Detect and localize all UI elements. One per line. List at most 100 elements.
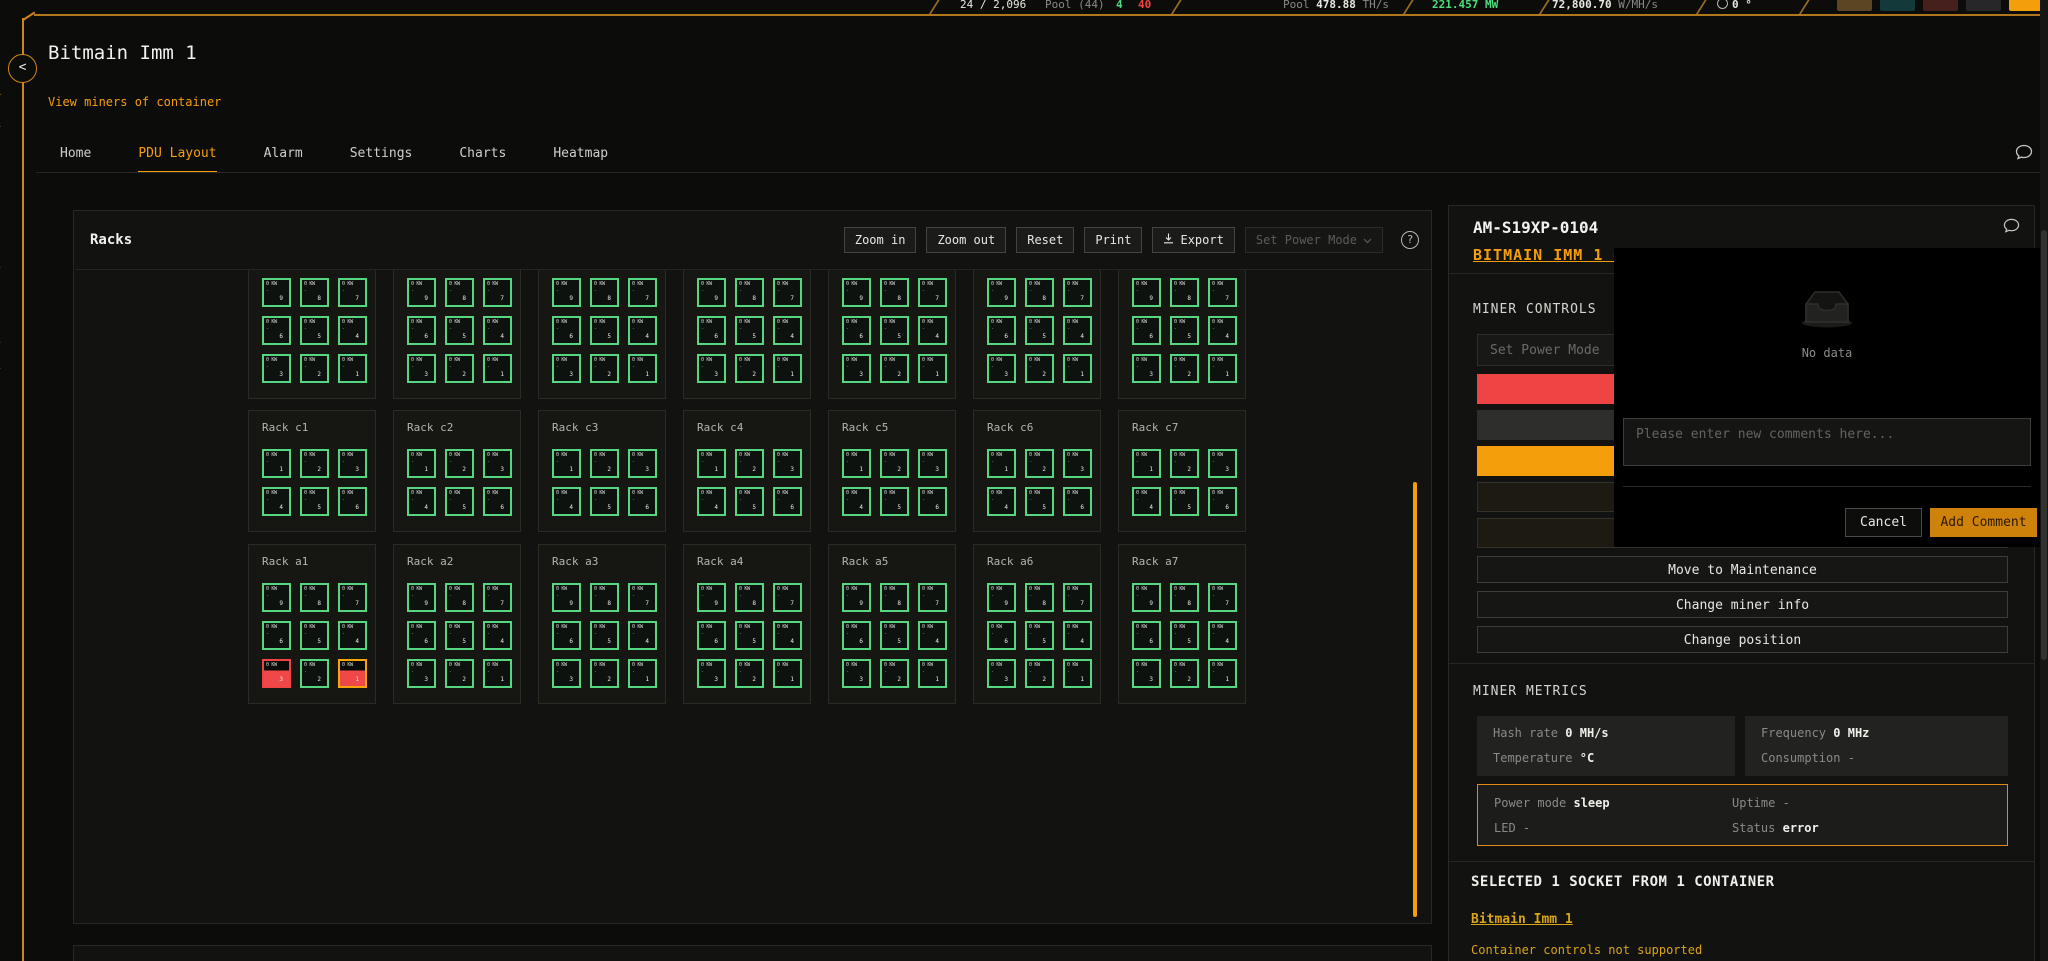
status-tile-brown[interactable] [1837,0,1872,11]
move-to-maintenance-button[interactable]: Move to Maintenance [1477,556,2008,583]
miner-cell[interactable]: 0 KW-4 [697,487,726,516]
miner-cell[interactable]: 0 KW-8 [300,583,329,612]
zoom-out-button[interactable]: Zoom out [926,227,1006,253]
page-chat-icon[interactable] [2015,144,2033,165]
miner-cell[interactable]: 0 KW-5 [1170,621,1199,650]
miner-cell[interactable]: 0 KW-3 [338,449,367,478]
miner-cell[interactable]: 0 KW-3 [262,354,291,383]
miner-cell[interactable]: 0 KW-9 [407,583,436,612]
miner-cell[interactable]: 0 KW-2 [445,659,474,688]
miner-cell[interactable]: 0 KW-7 [918,278,947,307]
miner-cell[interactable]: 0 KW-3 [483,449,512,478]
miner-cell[interactable]: 0 KW-4 [987,487,1016,516]
miner-cell[interactable]: 0 KW-9 [987,583,1016,612]
miner-cell[interactable]: 0 KW-5 [735,316,764,345]
miner-cell[interactable]: 0 KW-5 [735,487,764,516]
print-button[interactable]: Print [1084,227,1142,253]
miner-cell[interactable]: 0 KW-4 [338,316,367,345]
miner-cell-selected[interactable]: 0 KW-1 [338,659,367,688]
miner-cell[interactable]: 0 KW-8 [590,278,619,307]
miner-cell[interactable]: 0 KW-7 [1063,583,1092,612]
miner-cell[interactable]: 0 KW-7 [1208,583,1237,612]
miner-cell[interactable]: 0 KW-8 [590,583,619,612]
miner-cell[interactable]: 0 KW-7 [628,583,657,612]
miner-cell[interactable]: 0 KW-3 [552,354,581,383]
miner-cell[interactable]: 0 KW-6 [338,487,367,516]
miner-cell[interactable]: 0 KW-4 [628,316,657,345]
miner-cell[interactable]: 0 KW-6 [773,487,802,516]
reset-button[interactable]: Reset [1016,227,1074,253]
miner-cell[interactable]: 0 KW-1 [262,449,291,478]
miner-cell[interactable]: 0 KW-5 [300,487,329,516]
miner-cell[interactable]: 0 KW-9 [552,583,581,612]
miner-container-link[interactable]: BITMAIN IMM 1 → [1473,246,1623,264]
miner-cell[interactable]: 0 KW-4 [773,316,802,345]
miner-cell[interactable]: 0 KW-5 [1170,316,1199,345]
miner-cell[interactable]: 0 KW-4 [1063,621,1092,650]
miner-cell[interactable]: 0 KW-4 [1063,316,1092,345]
miner-cell[interactable]: 0 KW-2 [735,449,764,478]
miner-cell[interactable]: 0 KW-2 [735,659,764,688]
miner-cell[interactable]: 0 KW-5 [445,487,474,516]
miner-cell[interactable]: 0 KW-5 [590,621,619,650]
miner-cell[interactable]: 0 KW-1 [338,354,367,383]
miner-cell[interactable]: 0 KW-2 [590,354,619,383]
miner-cell[interactable]: 0 KW-6 [407,621,436,650]
miner-cell[interactable]: 0 KW-3 [552,659,581,688]
miner-cell[interactable]: 0 KW-4 [552,487,581,516]
miner-cell[interactable]: 0 KW-3 [407,354,436,383]
miner-cell[interactable]: 0 KW-1 [1132,449,1161,478]
miner-cell[interactable]: 0 KW-1 [552,449,581,478]
miner-cell[interactable]: 0 KW-3 [1063,449,1092,478]
miner-cell[interactable]: 0 KW-1 [407,449,436,478]
miner-cell[interactable]: 0 KW-7 [1208,278,1237,307]
miner-cell[interactable]: 0 KW-7 [338,583,367,612]
miner-cell[interactable]: 0 KW-8 [735,583,764,612]
miner-cell[interactable]: 0 KW-1 [918,659,947,688]
miner-cell[interactable]: 0 KW-6 [842,621,871,650]
miner-cell[interactable]: 0 KW-6 [1132,316,1161,345]
miner-cell[interactable]: 0 KW-6 [483,487,512,516]
page-scrollbar-thumb[interactable] [2041,230,2047,660]
miner-cell[interactable]: 0 KW-2 [1025,449,1054,478]
miner-cell[interactable]: 0 KW-7 [628,278,657,307]
miner-cell[interactable]: 0 KW-3 [842,354,871,383]
miner-cell[interactable]: 0 KW-8 [1170,278,1199,307]
racks-scrollbar-thumb[interactable] [1413,482,1417,917]
miner-cell[interactable]: 0 KW-7 [483,278,512,307]
selection-container-link[interactable]: Bitmain Imm 1 [1471,912,1573,927]
status-tile-gray[interactable] [1966,0,2001,11]
miner-cell[interactable]: 0 KW-4 [1132,487,1161,516]
miner-cell[interactable]: 0 KW-2 [445,449,474,478]
miner-cell[interactable]: 0 KW-2 [735,354,764,383]
miner-cell[interactable]: 0 KW-8 [735,278,764,307]
miner-cell[interactable]: 0 KW-4 [483,621,512,650]
miner-cell[interactable]: 0 KW-9 [1132,278,1161,307]
miner-cell[interactable]: 0 KW-5 [1025,487,1054,516]
miner-cell[interactable]: 0 KW-3 [918,449,947,478]
miner-cell[interactable]: 0 KW-2 [1025,659,1054,688]
miner-cell[interactable]: 0 KW-1 [697,449,726,478]
miner-cell[interactable]: 0 KW-9 [842,278,871,307]
miner-cell[interactable]: 0 KW-4 [773,621,802,650]
miner-cell[interactable]: 0 KW-2 [1025,354,1054,383]
miner-cell[interactable]: 0 KW-3 [987,659,1016,688]
miner-cell[interactable]: 0 KW-6 [1132,621,1161,650]
miner-cell[interactable]: 0 KW-9 [842,583,871,612]
miner-cell[interactable]: 0 KW-2 [300,659,329,688]
change-miner-info-button[interactable]: Change miner info [1477,591,2008,618]
miner-cell[interactable]: 0 KW-1 [1063,354,1092,383]
help-icon[interactable]: ? [1401,231,1419,249]
miner-cell[interactable]: 0 KW-3 [773,449,802,478]
miner-cell[interactable]: 0 KW-7 [773,583,802,612]
miner-cell[interactable]: 0 KW-1 [628,659,657,688]
miner-cell[interactable]: 0 KW-4 [628,621,657,650]
miner-cell[interactable]: 0 KW-3 [842,659,871,688]
miner-cell[interactable]: 0 KW-5 [880,621,909,650]
miner-cell[interactable]: 0 KW-3 [987,354,1016,383]
comment-input[interactable] [1623,418,2031,466]
miner-cell[interactable]: 0 KW-8 [880,583,909,612]
miner-cell[interactable]: 0 KW-5 [880,316,909,345]
miner-cell[interactable]: 0 KW-6 [987,316,1016,345]
miner-cell[interactable]: 0 KW-4 [483,316,512,345]
